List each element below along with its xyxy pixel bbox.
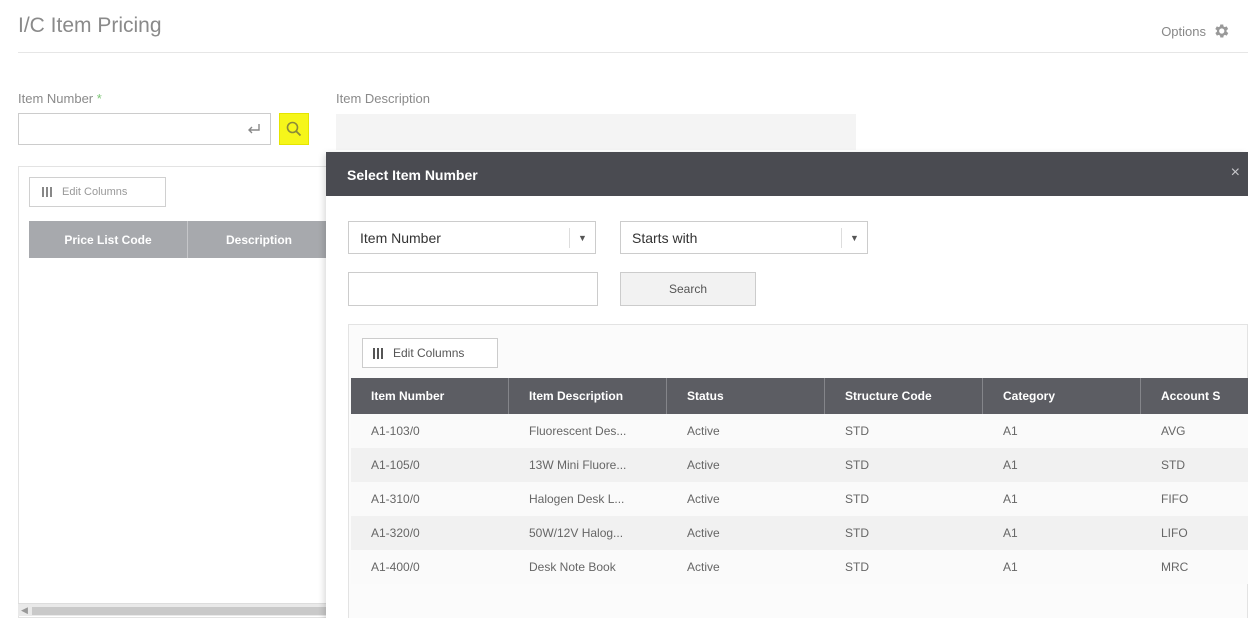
search-field-value: Item Number [360,229,441,246]
cell-status: Active [687,492,720,506]
item-results-grid: Item Number Item Description Status Stru… [351,378,1248,584]
table-row[interactable]: A1-400/0 Desk Note Book Active STD A1 MR… [351,550,1248,584]
cell-category: A1 [1003,526,1018,540]
search-button[interactable]: Search [620,272,756,306]
item-description-label: Item Description [336,91,430,106]
cell-account-s: MRC [1161,560,1189,574]
options-label: Options [1161,23,1206,39]
cell-item-number: A1-310/0 [371,492,420,506]
edit-columns-button[interactable]: Edit Columns [362,338,498,368]
grid-header-row: Item Number Item Description Status Stru… [351,378,1248,414]
cell-category: A1 [1003,492,1018,506]
cell-status: Active [687,458,720,472]
caret-down-icon[interactable]: ▼ [569,228,595,248]
cell-item-description: 13W Mini Fluore... [529,458,627,472]
options-button[interactable]: Options [1161,22,1230,40]
edit-columns-button[interactable]: Edit Columns [29,177,166,207]
column-header-item-description[interactable]: Item Description [509,378,667,414]
cell-item-description: 50W/12V Halog... [529,526,624,540]
cell-structure-code: STD [845,560,869,574]
item-lookup-button[interactable] [279,113,309,145]
column-header-status[interactable]: Status [667,378,825,414]
edit-columns-label: Edit Columns [62,186,128,198]
search-icon [286,121,302,137]
gear-icon [1215,24,1229,38]
column-header-item-number[interactable]: Item Number [351,378,509,414]
table-row[interactable]: A1-103/0 Fluorescent Des... Active STD A… [351,414,1248,448]
cell-item-number: A1-320/0 [371,526,420,540]
enter-return-icon[interactable] [246,122,262,136]
cell-account-s: STD [1161,458,1185,472]
column-header-description[interactable]: Description [188,221,329,258]
table-row[interactable]: A1-310/0 Halogen Desk L... Active STD A1… [351,482,1248,516]
columns-icon [42,187,52,197]
search-operator-value: Starts with [632,229,698,246]
price-list-grid-header: Price List Code Description [29,221,329,258]
cell-status: Active [687,560,720,574]
column-header-category[interactable]: Category [983,378,1141,414]
cell-structure-code: STD [845,526,869,540]
cell-status: Active [687,526,720,540]
cell-structure-code: STD [845,492,869,506]
item-description-field [336,114,856,150]
cell-category: A1 [1003,458,1018,472]
caret-down-icon[interactable]: ▼ [841,228,867,248]
cell-item-number: A1-105/0 [371,458,420,472]
scrollbar-thumb[interactable] [32,607,330,615]
item-number-label: Item Number * [18,91,102,106]
item-results-panel: Edit Columns Item Number Item Descriptio… [348,324,1248,618]
cell-category: A1 [1003,424,1018,438]
cell-item-number: A1-103/0 [371,424,420,438]
page: I/C Item Pricing Options Item Number * I… [0,0,1248,618]
item-number-input[interactable] [18,113,271,145]
search-input[interactable] [348,272,598,306]
price-list-grid-panel: Edit Columns Price List Code Description [18,166,330,618]
cell-status: Active [687,424,720,438]
horizontal-scrollbar[interactable]: ◀ [18,603,330,616]
search-field-select[interactable]: Item Number ▼ [348,221,596,254]
dialog-header: Select Item Number × [326,152,1248,196]
cell-account-s: LIFO [1161,526,1188,540]
cell-structure-code: STD [845,458,869,472]
column-header-structure-code[interactable]: Structure Code [825,378,983,414]
search-operator-select[interactable]: Starts with ▼ [620,221,868,254]
cell-item-description: Fluorescent Des... [529,424,627,438]
required-mark: * [96,91,102,106]
cell-account-s: FIFO [1161,492,1189,506]
scroll-left-icon[interactable]: ◀ [21,605,28,616]
cell-item-description: Desk Note Book [529,560,616,574]
cell-category: A1 [1003,560,1018,574]
edit-columns-label: Edit Columns [393,346,465,360]
close-icon[interactable]: × [1231,164,1240,182]
select-item-number-dialog: Select Item Number × Item Number ▼ Start… [326,152,1248,618]
page-title: I/C Item Pricing [18,14,162,37]
cell-item-description: Halogen Desk L... [529,492,625,506]
table-row[interactable]: A1-105/0 13W Mini Fluore... Active STD A… [351,448,1248,482]
cell-structure-code: STD [845,424,869,438]
cell-account-s: AVG [1161,424,1186,438]
columns-icon [373,347,383,359]
column-header-price-list-code[interactable]: Price List Code [29,221,188,258]
table-row[interactable]: A1-320/0 50W/12V Halog... Active STD A1 … [351,516,1248,550]
dialog-title: Select Item Number [347,167,478,183]
cell-item-number: A1-400/0 [371,560,420,574]
item-number-label-text: Item Number [18,91,94,106]
header-divider [18,52,1248,53]
column-header-account-s[interactable]: Account S [1141,378,1248,414]
